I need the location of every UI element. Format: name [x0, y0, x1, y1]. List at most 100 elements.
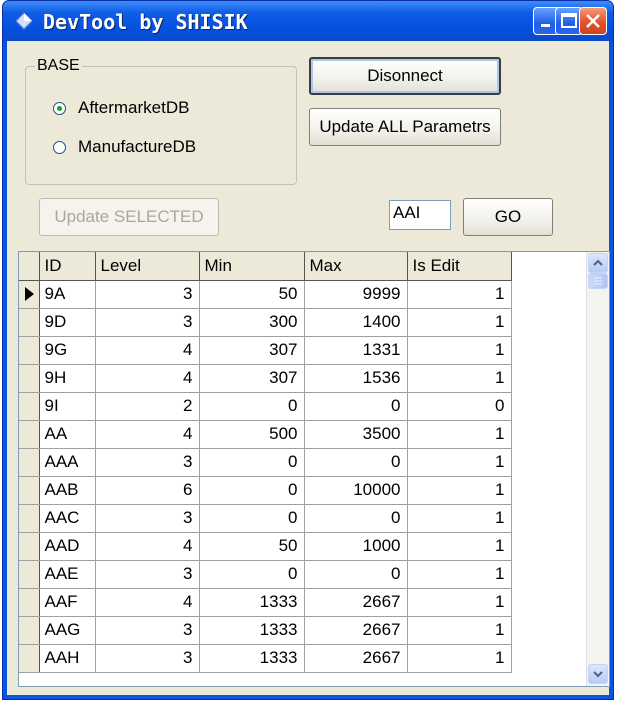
- table-row[interactable]: AAC 3 0 0 1: [19, 504, 512, 533]
- row-selector[interactable]: [19, 616, 40, 645]
- row-selector[interactable]: [19, 420, 40, 449]
- column-header-min[interactable]: Min: [199, 252, 305, 281]
- column-header-level[interactable]: Level: [95, 252, 200, 281]
- cell-min[interactable]: 300: [199, 308, 305, 337]
- cell-level[interactable]: 3: [95, 308, 200, 337]
- row-selector[interactable]: [19, 364, 40, 393]
- cell-is-edit[interactable]: 1: [407, 308, 512, 337]
- cell-is-edit[interactable]: 1: [407, 560, 512, 589]
- cell-is-edit[interactable]: 1: [407, 616, 512, 645]
- radio-button[interactable]: [53, 101, 66, 115]
- row-selector[interactable]: [19, 280, 40, 309]
- column-header-is-edit[interactable]: Is Edit: [407, 252, 512, 281]
- table-row[interactable]: AA 4 500 3500 1: [19, 420, 512, 449]
- cell-max[interactable]: 10000: [304, 476, 408, 505]
- cell-level[interactable]: 4: [95, 364, 200, 393]
- cell-is-edit[interactable]: 1: [407, 280, 512, 309]
- cell-level[interactable]: 3: [95, 504, 200, 533]
- cell-level[interactable]: 3: [95, 560, 200, 589]
- cell-id[interactable]: AAB: [39, 476, 96, 505]
- cell-is-edit[interactable]: 1: [407, 644, 512, 673]
- table-row[interactable]: AAF 4 1333 2667 1: [19, 588, 512, 617]
- table-row[interactable]: 9A 3 50 9999 1: [19, 280, 512, 309]
- cell-is-edit[interactable]: 1: [407, 448, 512, 477]
- cell-level[interactable]: 3: [95, 280, 200, 309]
- table-row[interactable]: 9I 2 0 0 0: [19, 392, 512, 421]
- cell-id[interactable]: 9I: [39, 392, 96, 421]
- table-row[interactable]: AAB 6 0 10000 1: [19, 476, 512, 505]
- cell-min[interactable]: 50: [199, 532, 305, 561]
- cell-min[interactable]: 1333: [199, 588, 305, 617]
- table-row[interactable]: 9H 4 307 1536 1: [19, 364, 512, 393]
- disconnect-button[interactable]: Disonnect: [309, 57, 501, 95]
- cell-min[interactable]: 0: [199, 560, 305, 589]
- cell-max[interactable]: 1536: [304, 364, 408, 393]
- table-row[interactable]: AAG 3 1333 2667 1: [19, 616, 512, 645]
- vertical-scrollbar[interactable]: [586, 252, 609, 686]
- row-selector[interactable]: [19, 644, 40, 673]
- cell-id[interactable]: 9D: [39, 308, 96, 337]
- cell-min[interactable]: 0: [199, 476, 305, 505]
- cell-max[interactable]: 1400: [304, 308, 408, 337]
- scroll-thumb[interactable]: [588, 273, 608, 289]
- cell-min[interactable]: 307: [199, 336, 305, 365]
- row-selector[interactable]: [19, 392, 40, 421]
- cell-max[interactable]: 2667: [304, 616, 408, 645]
- cell-min[interactable]: 0: [199, 392, 305, 421]
- cell-min[interactable]: 50: [199, 280, 305, 309]
- cell-max[interactable]: 0: [304, 560, 408, 589]
- cell-level[interactable]: 3: [95, 616, 200, 645]
- cell-level[interactable]: 4: [95, 588, 200, 617]
- table-row[interactable]: AAD 4 50 1000 1: [19, 532, 512, 561]
- cell-is-edit[interactable]: 1: [407, 504, 512, 533]
- cell-max[interactable]: 2667: [304, 644, 408, 673]
- radio-button[interactable]: [53, 140, 66, 154]
- table-row[interactable]: 9D 3 300 1400 1: [19, 308, 512, 337]
- cell-id[interactable]: AA: [39, 420, 96, 449]
- cell-min[interactable]: 307: [199, 364, 305, 393]
- cell-max[interactable]: 3500: [304, 420, 408, 449]
- cell-id[interactable]: 9H: [39, 364, 96, 393]
- row-selector[interactable]: [19, 532, 40, 561]
- cell-max[interactable]: 0: [304, 392, 408, 421]
- cell-is-edit[interactable]: 1: [407, 420, 512, 449]
- radio-aftermarketdb[interactable]: AftermarketDB: [53, 97, 189, 119]
- cell-is-edit[interactable]: 1: [407, 588, 512, 617]
- cell-id[interactable]: AAC: [39, 504, 96, 533]
- cell-is-edit[interactable]: 1: [407, 336, 512, 365]
- cell-id[interactable]: AAH: [39, 644, 96, 673]
- close-button[interactable]: [579, 7, 607, 35]
- cell-is-edit[interactable]: 1: [407, 364, 512, 393]
- cell-level[interactable]: 4: [95, 532, 200, 561]
- cell-id[interactable]: AAE: [39, 560, 96, 589]
- cell-id[interactable]: AAF: [39, 588, 96, 617]
- cell-max[interactable]: 0: [304, 504, 408, 533]
- row-selector[interactable]: [19, 308, 40, 337]
- cell-level[interactable]: 3: [95, 644, 200, 673]
- title-bar[interactable]: DevTool by SHISIK: [3, 1, 613, 41]
- cell-max[interactable]: 0: [304, 448, 408, 477]
- cell-id[interactable]: AAD: [39, 532, 96, 561]
- cell-max[interactable]: 1331: [304, 336, 408, 365]
- cell-level[interactable]: 2: [95, 392, 200, 421]
- go-button[interactable]: GO: [463, 198, 553, 236]
- cell-min[interactable]: 0: [199, 504, 305, 533]
- row-selector[interactable]: [19, 504, 40, 533]
- cell-id[interactable]: AAG: [39, 616, 96, 645]
- row-selector[interactable]: [19, 588, 40, 617]
- row-selector[interactable]: [19, 560, 40, 589]
- cell-max[interactable]: 9999: [304, 280, 408, 309]
- row-selector[interactable]: [19, 336, 40, 365]
- cell-level[interactable]: 4: [95, 420, 200, 449]
- row-selector[interactable]: [19, 476, 40, 505]
- column-header-id[interactable]: ID: [39, 252, 96, 281]
- update-all-button[interactable]: Update ALL Parametrs: [309, 108, 501, 146]
- cell-id[interactable]: AAA: [39, 448, 96, 477]
- cell-max[interactable]: 2667: [304, 588, 408, 617]
- cell-max[interactable]: 1000: [304, 532, 408, 561]
- table-row[interactable]: AAA 3 0 0 1: [19, 448, 512, 477]
- cell-is-edit[interactable]: 1: [407, 476, 512, 505]
- search-input[interactable]: AAI: [389, 200, 451, 230]
- scroll-down-button[interactable]: [588, 664, 608, 684]
- table-row[interactable]: AAE 3 0 0 1: [19, 560, 512, 589]
